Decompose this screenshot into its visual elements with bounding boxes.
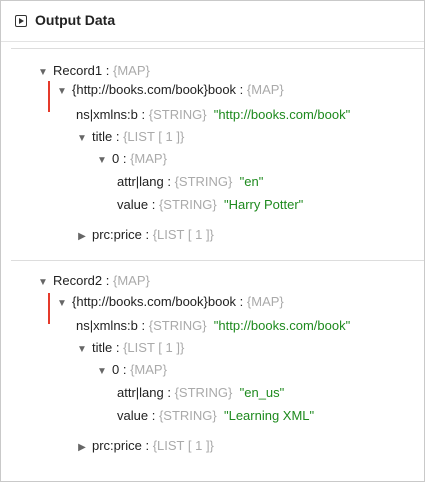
divider — [11, 48, 424, 49]
tree-node-title[interactable]: ▼ title : {LIST [ 1 ]} — [76, 128, 184, 146]
caret-down-icon[interactable]: ▼ — [37, 274, 49, 292]
panel-title: Output Data — [35, 12, 116, 28]
caret-down-icon[interactable]: ▼ — [96, 363, 108, 381]
tree-node-item[interactable]: ▼ 0 : {MAP} — [96, 361, 167, 379]
divider — [11, 260, 424, 261]
caret-down-icon[interactable]: ▼ — [96, 152, 108, 170]
tree-node-price[interactable]: ▶ prc:price : {LIST [ 1 ]} — [76, 437, 214, 455]
tree-leaf-ns: ns|xmlns:b : {STRING} "http://books.com/… — [76, 107, 351, 122]
caret-down-icon[interactable]: ▼ — [37, 64, 49, 82]
play-square-icon[interactable] — [15, 15, 27, 27]
tree-node-record1[interactable]: ▼ Record1 : {MAP} — [37, 62, 150, 80]
tree-leaf-value: value : {STRING} "Harry Potter" — [117, 197, 304, 212]
caret-right-icon[interactable]: ▶ — [76, 228, 88, 246]
caret-down-icon[interactable]: ▼ — [56, 295, 68, 313]
caret-down-icon[interactable]: ▼ — [56, 83, 68, 101]
tree-node-book[interactable]: ▼ {http://books.com/book}book : {MAP} — [56, 293, 284, 311]
tree-leaf-attr-lang: attr|lang : {STRING} "en_us" — [117, 385, 285, 400]
tree-node-price[interactable]: ▶ prc:price : {LIST [ 1 ]} — [76, 226, 214, 244]
panel-header: Output Data — [1, 1, 424, 42]
caret-down-icon[interactable]: ▼ — [76, 130, 88, 148]
tree-leaf-attr-lang: attr|lang : {STRING} "en" — [117, 174, 264, 189]
highlight-marker — [48, 81, 50, 112]
highlight-marker — [48, 293, 50, 324]
output-data-panel: Output Data ▼ Record1 : {MAP} ▼ {http://bo… — [0, 0, 425, 482]
tree-node-item[interactable]: ▼ 0 : {MAP} — [96, 150, 167, 168]
tree-leaf-value: value : {STRING} "Learning XML" — [117, 408, 315, 423]
caret-right-icon[interactable]: ▶ — [76, 439, 88, 457]
tree-node-book[interactable]: ▼ {http://books.com/book}book : {MAP} — [56, 81, 284, 99]
tree-node-record2[interactable]: ▼ Record2 : {MAP} — [37, 272, 150, 290]
tree-node-title[interactable]: ▼ title : {LIST [ 1 ]} — [76, 339, 184, 357]
caret-down-icon[interactable]: ▼ — [76, 341, 88, 359]
tree-leaf-ns: ns|xmlns:b : {STRING} "http://books.com/… — [76, 318, 351, 333]
